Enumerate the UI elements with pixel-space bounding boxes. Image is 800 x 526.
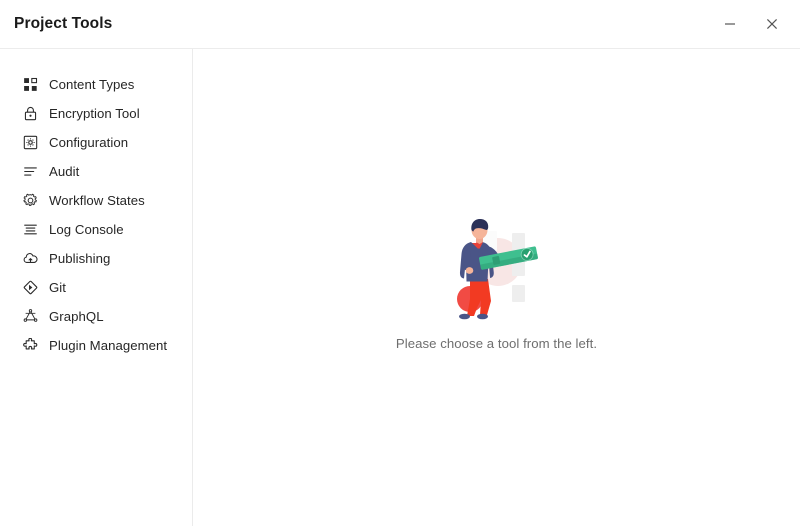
sidebar-item-configuration[interactable]: Configuration — [0, 128, 192, 157]
puzzle-icon — [22, 337, 39, 354]
sidebar-item-label: Workflow States — [49, 193, 145, 208]
person-holding-approved-banner-illustration — [436, 217, 556, 327]
list-lines-icon — [22, 163, 39, 180]
sidebar-item-git[interactable]: Git — [0, 273, 192, 302]
sidebar-item-workflow-states[interactable]: Workflow States — [0, 186, 192, 215]
gear-icon — [22, 192, 39, 209]
sidebar-item-label: Audit — [49, 164, 80, 179]
close-button[interactable] — [758, 10, 786, 38]
page-title: Project Tools — [14, 15, 113, 32]
sidebar-item-label: Publishing — [49, 251, 111, 266]
lock-icon — [22, 105, 39, 122]
minimize-button[interactable] — [716, 10, 744, 38]
grid-icon — [22, 76, 39, 93]
sidebar-item-publishing[interactable]: Publishing — [0, 244, 192, 273]
close-icon — [765, 17, 779, 31]
sidebar-item-label: Configuration — [49, 135, 129, 150]
git-diamond-icon — [22, 279, 39, 296]
sidebar-nav-list: Content Types Encryption Tool Configurat… — [0, 70, 192, 360]
minimize-icon — [723, 17, 737, 31]
title-bar: Project Tools — [0, 0, 800, 49]
sidebar-item-plugin-management[interactable]: Plugin Management — [0, 331, 192, 360]
sidebar-item-graphql[interactable]: GraphQL — [0, 302, 192, 331]
sidebar-item-content-types[interactable]: Content Types — [0, 70, 192, 99]
sidebar-item-encryption-tool[interactable]: Encryption Tool — [0, 99, 192, 128]
sidebar-item-log-console[interactable]: Log Console — [0, 215, 192, 244]
graphql-icon — [22, 308, 39, 325]
window-body: Content Types Encryption Tool Configurat… — [0, 49, 800, 526]
empty-state: Please choose a tool from the left. — [396, 217, 597, 351]
main-content-panel: Please choose a tool from the left. — [193, 49, 800, 526]
sidebar-item-label: Plugin Management — [49, 338, 168, 353]
window-controls — [716, 10, 786, 38]
sidebar-item-label: GraphQL — [49, 309, 104, 324]
sidebar-item-label: Git — [49, 280, 67, 295]
sidebar-item-label: Content Types — [49, 77, 135, 92]
project-tools-window: Project Tools Content Types Encryption T… — [0, 0, 800, 526]
log-lines-icon — [22, 221, 39, 238]
empty-state-caption: Please choose a tool from the left. — [395, 336, 598, 351]
sidebar-item-audit[interactable]: Audit — [0, 157, 192, 186]
settings-square-icon — [22, 134, 39, 151]
sidebar: Content Types Encryption Tool Configurat… — [0, 49, 193, 526]
sidebar-item-label: Log Console — [49, 222, 124, 237]
cloud-upload-icon — [22, 250, 39, 267]
sidebar-item-label: Encryption Tool — [49, 106, 140, 121]
